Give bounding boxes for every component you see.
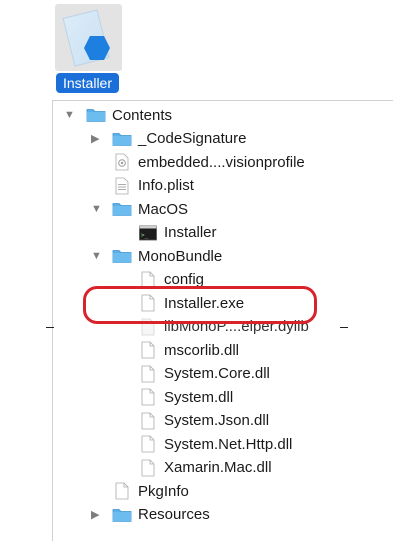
tree-item-monobundle[interactable]: MonoBundle	[112, 245, 222, 267]
tree-item-label: Xamarin.Mac.dll	[164, 459, 272, 476]
disclosure-triangle-collapsed-icon[interactable]: ▶	[91, 128, 99, 150]
document-icon	[138, 364, 158, 384]
tree-item-infoplist[interactable]: Info.plist	[112, 175, 194, 197]
folder-icon	[112, 129, 132, 149]
app-name-label[interactable]: Installer	[56, 73, 119, 93]
tree-item-contents[interactable]: Contents	[86, 104, 172, 126]
document-icon	[112, 481, 132, 501]
tree-item-mscorlib[interactable]: mscorlib.dll	[138, 339, 239, 361]
tree-item-label: MacOS	[138, 200, 189, 218]
tree-item-label: PkgInfo	[138, 482, 189, 500]
tree-item-label: Installer	[164, 224, 217, 241]
folder-icon	[86, 105, 106, 125]
tree-item-label: mscorlib.dll	[164, 341, 240, 359]
tree-item-xamarinmac[interactable]: Xamarin.Mac.dll	[138, 457, 272, 479]
document-icon	[138, 458, 158, 478]
document-icon	[138, 411, 158, 431]
tree-item-system[interactable]: System.dll	[138, 386, 233, 408]
terminal-executable-icon: >_	[138, 223, 158, 243]
tree-item-label: MonoBundle	[138, 247, 223, 265]
disclosure-triangle-expanded-icon[interactable]: ▼	[91, 245, 102, 267]
tree-item-embedded[interactable]: embedded....visionprofile	[112, 151, 305, 173]
tree-item-resources[interactable]: Resources	[112, 504, 210, 526]
folder-icon	[112, 246, 132, 266]
document-icon	[138, 340, 158, 360]
tree-item-label: Resources	[138, 506, 210, 523]
tree-item-label: System.dll	[164, 388, 234, 406]
tree-item-label: Info.plist	[138, 177, 194, 194]
app-bundle-icon[interactable]	[55, 4, 122, 71]
tree-item-systemnethttp[interactable]: System.Net.Http.dll	[138, 433, 292, 455]
folder-icon	[112, 199, 132, 219]
plist-file-icon	[112, 176, 132, 196]
tree-item-codesignature[interactable]: _CodeSignature	[112, 128, 246, 150]
svg-text:>_: >_	[141, 232, 149, 239]
tree-item-label: _CodeSignature	[138, 130, 247, 147]
disclosure-triangle-expanded-icon[interactable]: ▼	[64, 104, 75, 126]
tree-item-pkginfo[interactable]: PkgInfo	[112, 480, 189, 502]
guide-tick-left	[46, 327, 54, 328]
tree-item-label: embedded....visionprofile	[138, 153, 305, 171]
guide-tick-right	[340, 327, 348, 328]
tree-item-macos-installer[interactable]: >_ Installer	[138, 222, 217, 244]
tree-item-systemcore[interactable]: System.Core.dll	[138, 363, 270, 385]
tree-item-label: System.Json.dll	[164, 412, 270, 429]
provisioning-profile-icon	[112, 152, 132, 172]
tree-item-label: System.Core.dll	[164, 365, 270, 382]
tree-item-label: Contents	[112, 106, 173, 124]
disclosure-triangle-expanded-icon[interactable]: ▼	[91, 198, 102, 220]
tree-item-macos[interactable]: MacOS	[112, 198, 188, 220]
document-icon	[138, 434, 158, 454]
tree-item-label: System.Net.Http.dll	[164, 435, 293, 453]
highlight-ring	[83, 286, 317, 324]
folder-icon	[112, 505, 132, 525]
tree-item-systemjson[interactable]: System.Json.dll	[138, 410, 269, 432]
document-icon	[138, 387, 158, 407]
disclosure-triangle-collapsed-icon[interactable]: ▶	[91, 504, 99, 526]
